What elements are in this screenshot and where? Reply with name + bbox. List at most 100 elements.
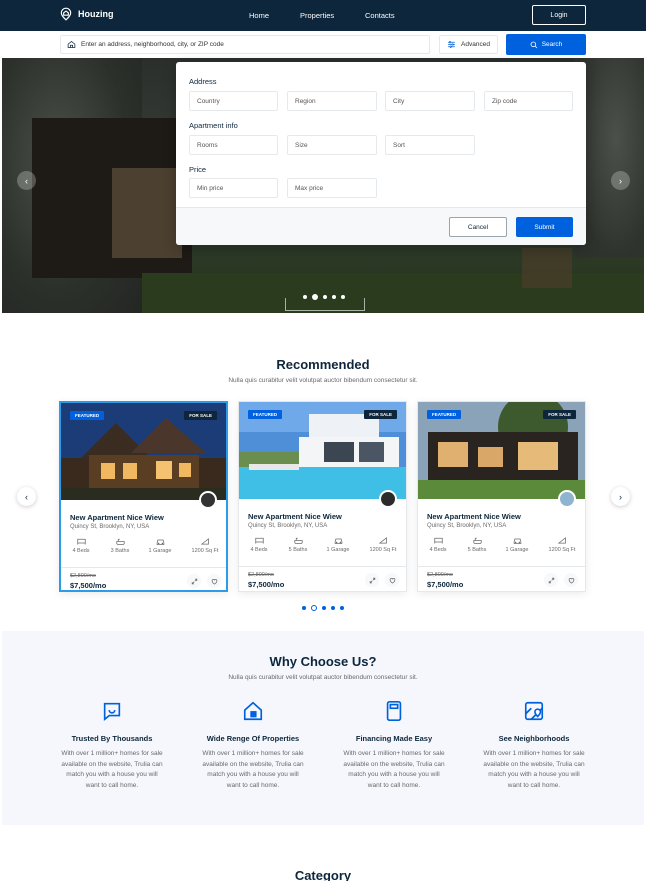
expand-icon[interactable] xyxy=(544,573,558,587)
bed-icon xyxy=(76,538,86,545)
card-title: New Apartment Nice Wiew xyxy=(427,512,521,521)
heart-icon[interactable] xyxy=(207,574,221,588)
property-card[interactable]: FEATURED FOR SALE New Apartment Nice Wie… xyxy=(417,401,586,592)
sort-field[interactable]: Sort xyxy=(385,135,475,155)
baths-feature: 5 Baths xyxy=(278,537,318,553)
why-title: Why Choose Us? xyxy=(269,654,377,669)
price-heading: Price xyxy=(189,165,207,174)
why-item-financing: Financing Made Easy With over 1 million+… xyxy=(334,700,454,791)
card-address: Quincy St, Brooklyn, NY, USA xyxy=(248,523,328,529)
baths-feature: 5 Baths xyxy=(457,537,497,553)
recommended-dot[interactable] xyxy=(331,606,335,610)
chat-smile-icon xyxy=(103,702,121,721)
heart-icon[interactable] xyxy=(385,573,399,587)
expand-icon[interactable] xyxy=(187,574,201,588)
brand-logo[interactable]: Houzing xyxy=(59,7,114,21)
hero-image-window xyxy=(522,248,572,288)
recommended-prev-arrow[interactable]: ‹ xyxy=(17,487,36,506)
recommended-next-arrow[interactable]: › xyxy=(611,487,630,506)
heart-icon[interactable] xyxy=(564,573,578,587)
property-card[interactable]: FEATURED FOR SALE New Apartment Nice Wie… xyxy=(59,401,228,592)
card-address: Quincy St, Brooklyn, NY, USA xyxy=(427,523,507,529)
property-image: FEATURED FOR SALE xyxy=(418,402,585,499)
old-price: $2,800/mo xyxy=(427,572,453,578)
submit-button[interactable]: Submit xyxy=(516,217,573,237)
rooms-field[interactable]: Rooms xyxy=(189,135,278,155)
zip-code-field[interactable]: Zip code xyxy=(484,91,573,111)
why-item-neighborhoods: See Neighborhoods With over 1 million+ h… xyxy=(474,700,594,791)
hero-dot[interactable] xyxy=(303,295,307,299)
hero-prev-arrow[interactable]: ‹ xyxy=(17,171,36,190)
garage-feature: 1 Garage xyxy=(318,537,358,553)
old-price: $2,800/mo xyxy=(248,572,274,578)
why-heading: Financing Made Easy xyxy=(355,734,433,743)
property-image: FEATURED FOR SALE xyxy=(61,403,226,500)
country-field[interactable]: Country xyxy=(189,91,278,111)
cancel-button[interactable]: Cancel xyxy=(449,217,507,237)
search-label: Search xyxy=(541,41,563,48)
size-field[interactable]: Size xyxy=(287,135,377,155)
brand-name: Houzing xyxy=(78,9,114,19)
expand-icon[interactable] xyxy=(365,573,379,587)
why-subtitle: Nulla quis curabitur velit volutpat auct… xyxy=(228,674,418,681)
house-icon xyxy=(243,701,263,721)
bath-icon xyxy=(293,537,303,544)
recommended-dot-active[interactable] xyxy=(311,605,317,611)
card-address: Quincy St, Brooklyn, NY, USA xyxy=(70,524,150,530)
top-navbar: Houzing Home Properties Contacts Login xyxy=(0,0,646,31)
avatar[interactable] xyxy=(199,491,217,509)
property-card[interactable]: FEATURED FOR SALE New Apartment Nice Wie… xyxy=(238,401,407,592)
recommended-dot[interactable] xyxy=(302,606,306,610)
area-feature: 1200 Sq Ft xyxy=(363,537,403,553)
apartment-info-heading: Apartment info xyxy=(189,121,238,130)
login-button[interactable]: Login xyxy=(532,5,586,25)
avatar[interactable] xyxy=(558,490,576,508)
card-divider xyxy=(61,567,226,568)
min-price-field[interactable]: Min price xyxy=(189,178,278,198)
price: $7,500/mo xyxy=(427,580,464,589)
ruler-icon xyxy=(557,537,566,544)
search-input[interactable]: Enter an address, neighborhood, city, or… xyxy=(60,35,430,54)
recommended-subtitle: Nulla quis curabitur velit volutpat auct… xyxy=(228,377,418,384)
hero-next-arrow[interactable]: › xyxy=(611,171,630,190)
for-sale-badge: FOR SALE xyxy=(543,410,576,419)
hero-dot[interactable] xyxy=(341,295,345,299)
price: $7,500/mo xyxy=(70,581,107,590)
calculator-icon xyxy=(386,701,402,721)
why-heading: See Neighborhoods xyxy=(498,734,570,743)
logo-icon xyxy=(60,7,72,21)
nav-link-contacts[interactable]: Contacts xyxy=(365,11,395,20)
why-item-properties: Wide Renge Of Properties With over 1 mil… xyxy=(193,700,313,791)
category-title: Category xyxy=(294,868,352,881)
city-field[interactable]: City xyxy=(385,91,475,111)
why-heading: Wide Renge Of Properties xyxy=(206,734,300,743)
car-icon xyxy=(156,539,164,545)
why-text: With over 1 million+ homes for sale avai… xyxy=(483,750,585,789)
advanced-button[interactable]: Advanced xyxy=(439,35,498,54)
price: $7,500/mo xyxy=(248,580,285,589)
hero-pagination xyxy=(303,294,345,300)
recommended-dot[interactable] xyxy=(340,606,344,610)
search-bar: Enter an address, neighborhood, city, or… xyxy=(0,31,646,58)
recommended-dot[interactable] xyxy=(322,606,326,610)
card-divider xyxy=(239,566,406,567)
region-field[interactable]: Region xyxy=(287,91,377,111)
beds-feature: 4 Beds xyxy=(418,537,458,553)
area-feature: 1200 Sq Ft xyxy=(185,538,225,554)
max-price-field[interactable]: Max price xyxy=(287,178,377,198)
card-title: New Apartment Nice Wiew xyxy=(248,512,342,521)
nav-link-home[interactable]: Home xyxy=(249,11,269,20)
beds-feature: 4 Beds xyxy=(239,537,279,553)
advanced-search-panel: Address Country Region City Zip code Apa… xyxy=(176,62,586,245)
search-button[interactable]: Search xyxy=(506,34,586,55)
hero-dot-active[interactable] xyxy=(312,294,318,300)
why-item-trusted: Trusted By Thousands With over 1 million… xyxy=(52,700,172,791)
hero-dot[interactable] xyxy=(332,295,336,299)
nav-link-properties[interactable]: Properties xyxy=(300,11,334,20)
area-feature: 1200 Sq Ft xyxy=(542,537,582,553)
avatar[interactable] xyxy=(379,490,397,508)
bed-icon xyxy=(433,537,443,544)
hero-dot[interactable] xyxy=(323,295,327,299)
address-heading: Address xyxy=(189,77,217,86)
why-text: With over 1 million+ homes for sale avai… xyxy=(61,750,163,789)
